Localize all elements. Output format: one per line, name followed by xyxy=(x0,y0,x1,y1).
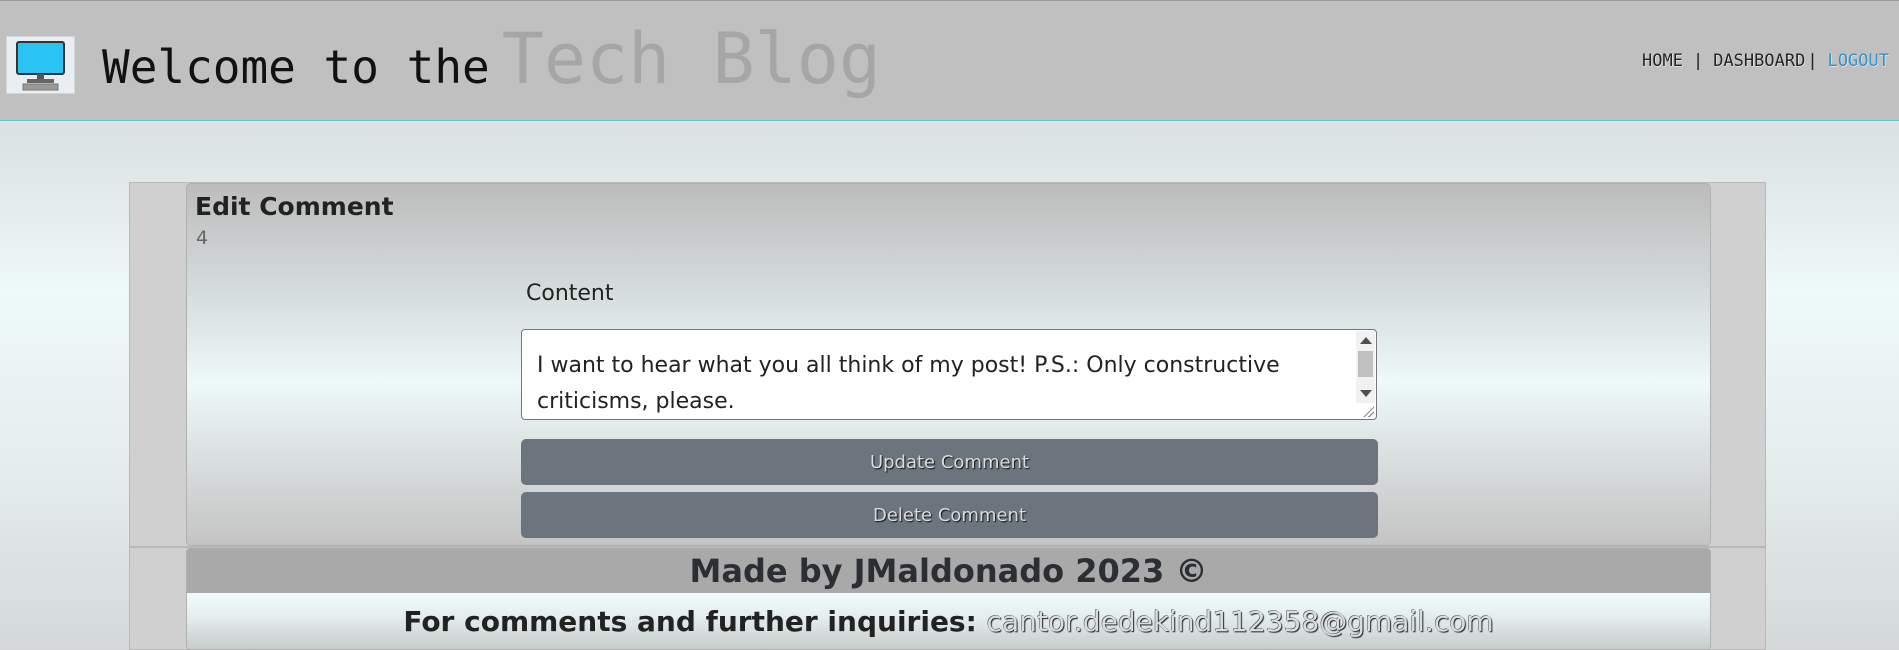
comment-id: 4 xyxy=(196,227,209,249)
scroll-down-arrow-icon[interactable] xyxy=(1360,390,1372,397)
resize-handle-icon[interactable] xyxy=(1362,405,1374,417)
title-brand: Tech Blog xyxy=(501,18,882,100)
main-nav: HOME | DASHBOARD | LOGOUT xyxy=(1642,51,1889,71)
site-header: Welcome to the Tech Blog HOME | DASHBOARD… xyxy=(0,0,1899,121)
edit-comment-card: Edit Comment 4 Content I want to hear wh… xyxy=(186,183,1711,546)
content-textarea[interactable]: I want to hear what you all think of my … xyxy=(521,329,1377,420)
computer-monitor-icon[interactable] xyxy=(6,36,75,94)
nav-home-link[interactable]: HOME xyxy=(1642,51,1683,71)
delete-comment-button[interactable]: Delete Comment xyxy=(521,492,1378,538)
card-title: Edit Comment xyxy=(195,192,394,221)
content-text[interactable]: I want to hear what you all think of my … xyxy=(537,348,1347,420)
site-title: Welcome to the Tech Blog xyxy=(102,18,881,100)
scroll-thumb[interactable] xyxy=(1358,351,1373,377)
footer-credit: Made by JMaldonado 2023 © xyxy=(187,549,1710,593)
footer-contact-prefix: For comments and further inquiries: xyxy=(403,605,977,638)
site-footer: Made by JMaldonado 2023 © For comments a… xyxy=(186,548,1711,650)
footer-email-link[interactable]: cantor.dedekind112358@gmail.com xyxy=(987,605,1494,638)
nav-dashboard-link[interactable]: DASHBOARD xyxy=(1713,51,1805,71)
content-label: Content xyxy=(526,281,614,306)
nav-separator: | xyxy=(1807,51,1818,71)
nav-separator: | xyxy=(1692,51,1704,71)
scroll-up-arrow-icon[interactable] xyxy=(1360,337,1372,344)
title-welcome: Welcome to the xyxy=(102,40,490,94)
update-comment-button[interactable]: Update Comment xyxy=(521,439,1378,485)
nav-logout-link[interactable]: LOGOUT xyxy=(1828,51,1889,71)
textarea-scrollbar[interactable] xyxy=(1356,331,1375,403)
footer-contact: For comments and further inquiries: cant… xyxy=(187,593,1710,649)
